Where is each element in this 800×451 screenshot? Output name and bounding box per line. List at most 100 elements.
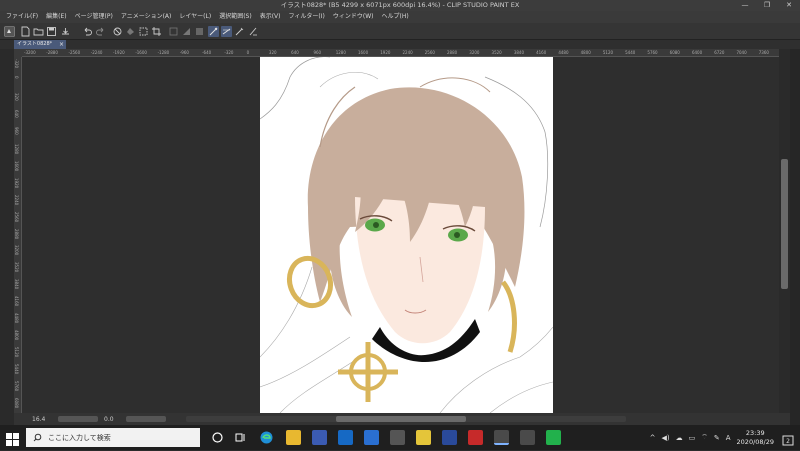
maximize-button[interactable]: ❐ — [756, 0, 778, 11]
invert-selection-icon[interactable] — [181, 26, 192, 37]
cortana-icon[interactable] — [210, 430, 225, 445]
windows-taskbar: ここに入力して検索 ^ ◀) ☁ ▭ ⌔ ✎ A 23:39 2020/08/2… — [0, 425, 800, 450]
ime-mode-indicator[interactable]: A — [726, 434, 731, 442]
task-view-icon[interactable] — [233, 430, 248, 445]
ruler-top-label: 4800 — [580, 50, 591, 55]
outlook-icon[interactable] — [338, 430, 353, 445]
sticky-app-icon[interactable] — [416, 430, 431, 445]
rotation-slider[interactable] — [126, 416, 166, 422]
rotation-value[interactable]: 0.0 — [104, 416, 122, 423]
canvas-paper[interactable] — [260, 57, 553, 413]
close-tab-icon[interactable]: × — [59, 40, 64, 49]
canvas-workspace[interactable] — [22, 57, 779, 413]
new-file-icon[interactable] — [20, 26, 31, 37]
redo-icon[interactable] — [95, 26, 106, 37]
line-app-icon[interactable] — [546, 430, 561, 445]
show-hidden-icons-icon[interactable]: ^ — [650, 434, 656, 442]
network-icon[interactable]: ⌔ — [701, 433, 708, 442]
photos-app-icon[interactable] — [442, 430, 457, 445]
export-icon[interactable] — [60, 26, 71, 37]
clear-icon[interactable] — [112, 26, 123, 37]
ruler-top-label: 1920 — [380, 50, 391, 55]
ruler-left-label: 4160 — [14, 296, 19, 307]
open-folder-icon[interactable] — [33, 26, 44, 37]
close-button[interactable]: ✕ — [778, 0, 800, 11]
vertical-scrollbar[interactable] — [779, 49, 790, 413]
illustration — [260, 57, 553, 413]
notification-center-icon[interactable]: 2 — [782, 432, 794, 445]
volume-icon[interactable]: ◀) — [662, 434, 670, 442]
selection-layer-icon[interactable] — [194, 26, 205, 37]
menu-edit[interactable]: 編集(E) — [46, 11, 66, 23]
menu-file[interactable]: ファイル(F) — [6, 11, 38, 23]
clock-time: 23:39 — [745, 428, 765, 437]
store-icon[interactable] — [390, 430, 405, 445]
ruler-top-label: 6400 — [691, 50, 703, 55]
pen-icon[interactable]: ✎ — [714, 434, 720, 442]
taskbar-clock[interactable]: 23:39 2020/08/29 — [737, 429, 774, 447]
clock-date: 2020/08/29 — [736, 437, 774, 446]
ruler-left-label: 2560 — [14, 211, 19, 222]
snap-ruler-icon[interactable] — [208, 26, 219, 37]
ruler-top-label: -3200 — [24, 50, 36, 55]
menu-help[interactable]: ヘルプ(H) — [381, 11, 408, 23]
snap-special-icon[interactable] — [248, 26, 259, 37]
document-tab-label: イラスト0828* — [17, 41, 53, 47]
crop-icon[interactable] — [151, 26, 162, 37]
file-explorer-icon[interactable] — [286, 430, 301, 445]
menu-filter[interactable]: フィルター(I) — [289, 11, 325, 23]
menu-animation[interactable]: アニメーション(A) — [121, 11, 172, 23]
ruler-top-label: -960 — [179, 50, 189, 55]
mail-icon[interactable] — [364, 430, 379, 445]
horizontal-ruler[interactable]: -3200 -2880 -2560 -2240 -1920 -1600 -1280 -960-… — [22, 49, 779, 57]
transform-icon[interactable] — [138, 26, 149, 37]
ruler-left-label: 3200 — [14, 245, 19, 256]
ruler-top-label: 0 — [246, 50, 250, 55]
taskbar-search-box[interactable]: ここに入力して検索 — [26, 428, 200, 447]
title-bar: イラスト0828* (B5 4299 x 6071px 600dpi 16.4%… — [0, 0, 800, 11]
save-icon[interactable] — [46, 26, 57, 37]
menu-view[interactable]: 表示(V) — [260, 11, 281, 23]
ruler-top-label: 6720 — [714, 50, 725, 55]
horizontal-scroll-thumb[interactable] — [336, 416, 466, 422]
snap-guide-icon[interactable] — [221, 26, 232, 37]
onedrive-icon[interactable]: ☁ — [676, 434, 683, 442]
vertical-scroll-thumb[interactable] — [781, 159, 788, 289]
menu-layer[interactable]: レイヤー(L) — [179, 11, 211, 23]
undo-icon[interactable] — [82, 26, 93, 37]
menu-window[interactable]: ウィンドウ(W) — [333, 11, 374, 23]
select-none-icon[interactable] — [168, 26, 179, 37]
ruler-top-label: -1920 — [113, 50, 125, 55]
ruler-left-label: 5760 — [14, 381, 19, 392]
ruler-left-label: 5440 — [14, 364, 19, 375]
ruler-top-label: 2880 — [447, 50, 458, 55]
horizontal-scrollbar[interactable] — [186, 416, 626, 422]
ruler-top-label: 5440 — [625, 50, 636, 55]
windows-start-icon[interactable] — [6, 431, 19, 446]
menu-page[interactable]: ページ管理(P) — [75, 11, 113, 23]
edge-browser-icon[interactable] — [259, 430, 274, 445]
clip-studio-taskbar-icon[interactable] — [494, 430, 509, 445]
ruler-top-label: 7360 — [758, 50, 769, 55]
clip-studio-paint-taskbar-icon[interactable] — [520, 430, 535, 445]
fill-icon[interactable] — [125, 26, 136, 37]
vertical-ruler[interactable]: -320 0 320 640 960 1280 1600 1920 2240 2560 2880 32… — [14, 57, 22, 413]
snap-grid-icon[interactable] — [234, 26, 245, 37]
ruler-left-label: 6080 — [14, 398, 19, 409]
ruler-left-label: 0 — [14, 75, 19, 79]
ruler-top-label: 2240 — [402, 50, 413, 55]
ruler-top-label: -1600 — [135, 50, 147, 55]
zoom-slider[interactable] — [58, 416, 98, 422]
ruler-top-label: 6080 — [669, 50, 680, 55]
ruler-left-label: 4480 — [14, 313, 19, 324]
minimize-button[interactable]: — — [734, 0, 756, 11]
menu-selection[interactable]: 選択範囲(S) — [219, 11, 252, 23]
ruler-corner — [14, 49, 22, 57]
mcafee-icon[interactable] — [468, 430, 483, 445]
app-logo-icon[interactable] — [4, 26, 15, 37]
zoom-value[interactable]: 16.4 — [32, 416, 54, 423]
battery-icon[interactable]: ▭ — [689, 434, 696, 442]
document-tab[interactable]: イラスト0828* × — [14, 40, 66, 49]
ruler-left-label: 2240 — [14, 194, 19, 205]
calendar-app-icon[interactable] — [312, 430, 327, 445]
